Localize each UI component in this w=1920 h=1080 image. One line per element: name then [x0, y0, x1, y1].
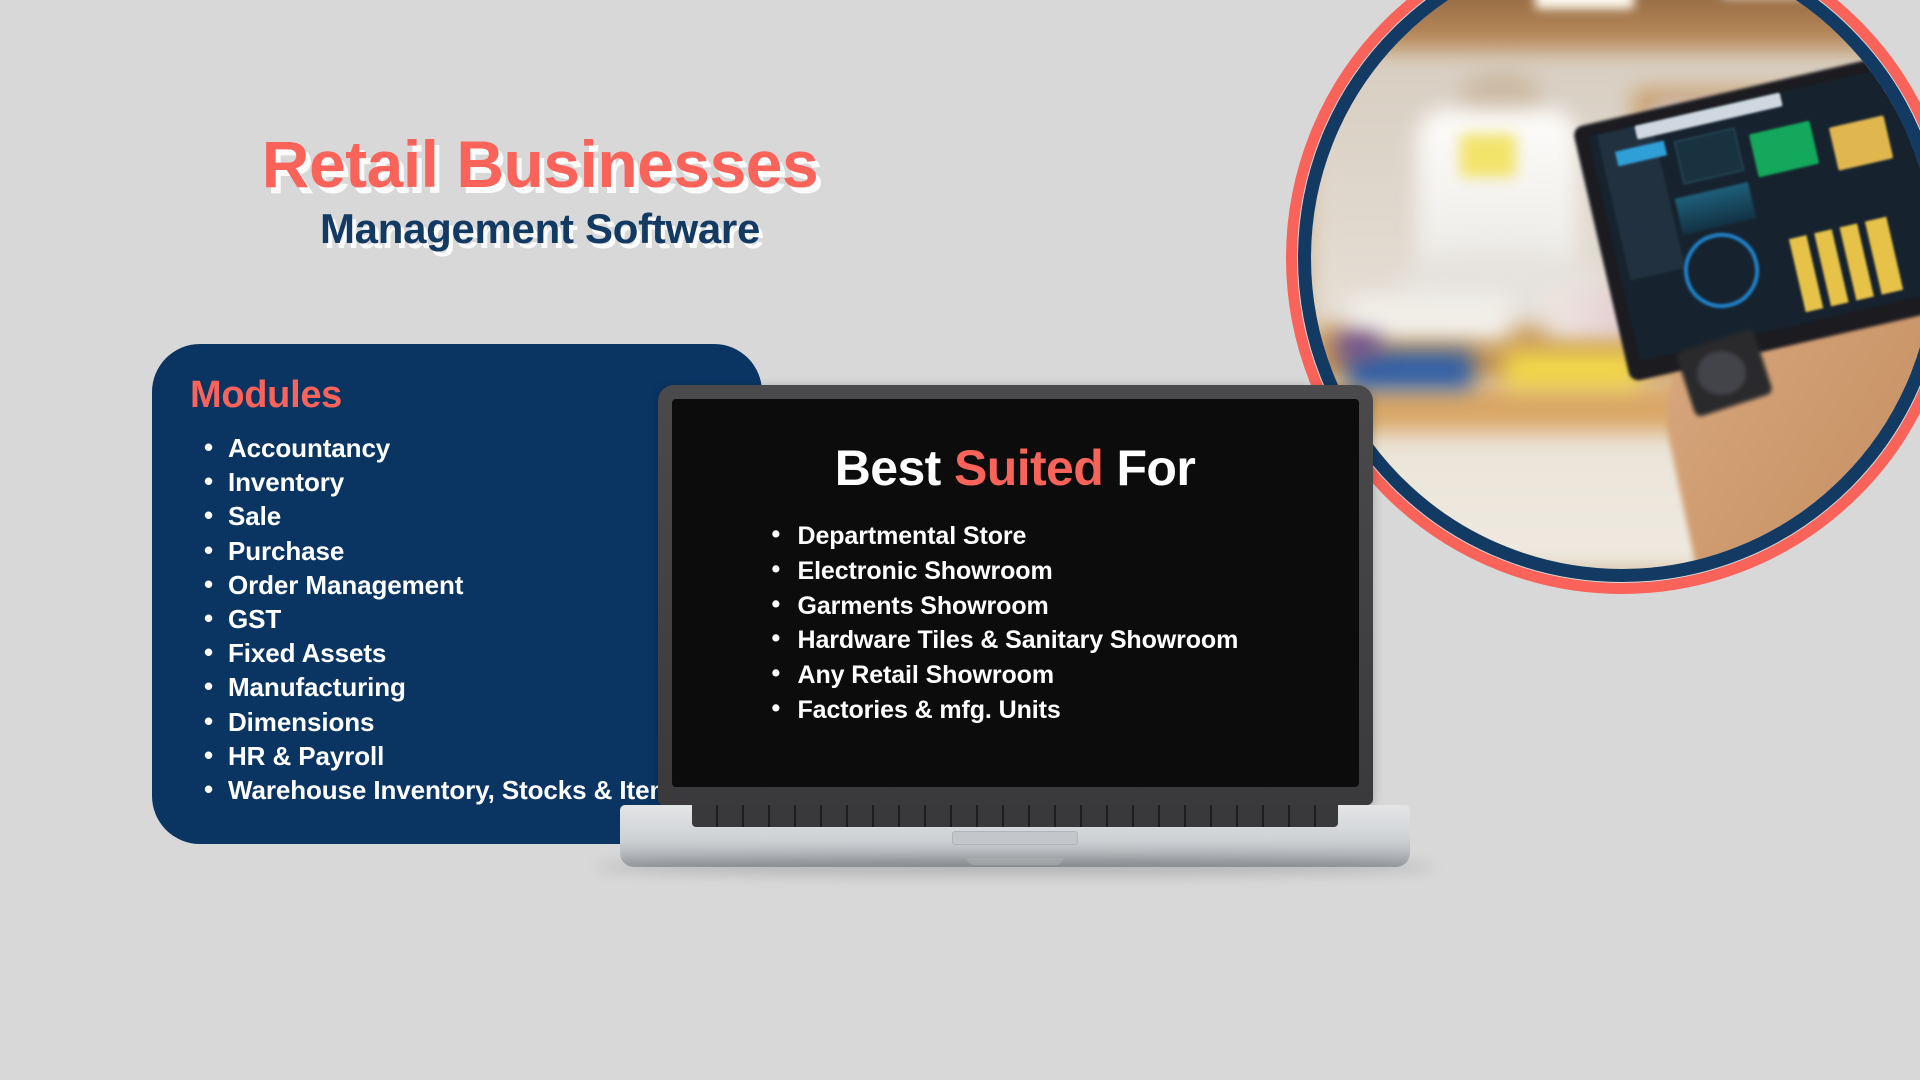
title-primary: Retail Businesses [261, 127, 819, 201]
screen-heading-highlight: Suited [954, 440, 1104, 496]
list-item: Electronic Showroom [768, 552, 1349, 589]
screen-heading-before: Best [834, 440, 955, 496]
laptop-keyboard [692, 805, 1338, 827]
list-item: Departmental Store [768, 517, 1349, 554]
laptop-mockup: Best Suited For Departmental Store Elect… [595, 385, 1435, 875]
page-title: Retail Businesses Management Software [0, 127, 1080, 254]
list-item: Garments Showroom [768, 587, 1349, 624]
list-item: Hardware Tiles & Sanitary Showroom [768, 621, 1349, 658]
best-suited-list: Departmental Store Electronic Showroom G… [682, 517, 1349, 728]
laptop-lid: Best Suited For Departmental Store Elect… [657, 385, 1373, 805]
laptop-base [620, 805, 1410, 867]
laptop-shadow [595, 859, 1435, 875]
laptop-screen: Best Suited For Departmental Store Elect… [671, 399, 1359, 787]
list-item: Factories & mfg. Units [768, 691, 1349, 728]
title-secondary: Management Software [319, 205, 761, 253]
screen-heading-after: For [1103, 440, 1196, 496]
laptop-trackpad [952, 831, 1078, 845]
list-item: Any Retail Showroom [768, 656, 1349, 693]
screen-heading: Best Suited For [682, 439, 1349, 497]
